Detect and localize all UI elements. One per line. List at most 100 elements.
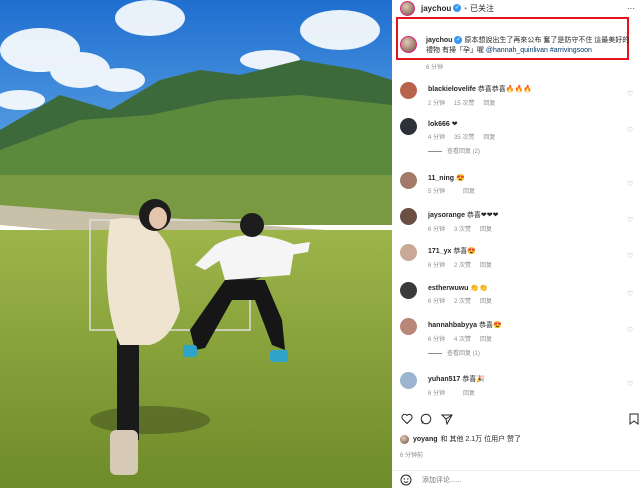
view-replies[interactable]: 查看回复 (2) <box>400 146 636 155</box>
likes-text[interactable]: 和 其他 2.1万 位用户 赞了 <box>441 434 522 444</box>
heart-icon[interactable] <box>401 413 413 425</box>
comment-likes[interactable]: 3 次赞 <box>454 227 471 233</box>
comment-heart-icon[interactable]: ♡ <box>627 90 634 98</box>
view-replies[interactable]: 查看回复 (1) <box>400 348 636 357</box>
replies-line <box>428 352 442 354</box>
comment-meta: 6 分钟 回复 <box>428 388 636 397</box>
comment-avatar[interactable] <box>400 208 417 225</box>
photo-scene <box>0 0 392 488</box>
comment-likes[interactable]: 4 次赞 <box>454 337 471 343</box>
view-replies-label[interactable]: 查看回复 (2) <box>447 149 480 155</box>
comment-avatar[interactable] <box>400 82 417 99</box>
comment-time: 5 分钟 <box>428 189 446 195</box>
comment-time: 6 分钟 <box>428 227 446 233</box>
bookmark-icon[interactable] <box>628 413 640 425</box>
comment-item: 11_ning 😍 5 分钟 回复 ♡ <box>400 172 636 195</box>
caption-avatar[interactable] <box>400 36 417 53</box>
comment-avatar[interactable] <box>400 372 417 389</box>
comment-time: 6 分钟 <box>428 299 446 305</box>
comment-likes[interactable]: 2 次赞 <box>454 299 471 305</box>
post-header: jaychou ✓ • 已关注 ··· <box>392 0 641 16</box>
comment-heart-icon[interactable]: ♡ <box>627 216 634 224</box>
comment-item: blackielovelife 恭喜恭喜🔥🔥🔥 2 分钟 15 次赞 回复 ♡ <box>400 82 636 107</box>
comment-time: 2 分钟 <box>428 101 446 107</box>
comment-likes[interactable]: 35 次赞 <box>454 135 474 141</box>
caption-mention[interactable]: @hannah_quinlivan <box>486 47 548 54</box>
comment-item: lok666 ❤ 4 分钟 35 次赞 回复 ♡ 查看回复 (2) <box>400 118 636 155</box>
caption-username[interactable]: jaychou <box>426 37 452 44</box>
follow-status[interactable]: 已关注 <box>470 3 494 14</box>
comment-heart-icon[interactable]: ♡ <box>627 252 634 260</box>
comment-likes[interactable]: 2 次赞 <box>454 263 471 269</box>
comment-time: 6 分钟 <box>428 337 446 343</box>
comment-avatar[interactable] <box>400 282 417 299</box>
comment-avatar[interactable] <box>400 244 417 261</box>
comment-reply[interactable]: 回复 <box>463 189 475 195</box>
comment-reply[interactable]: 回复 <box>483 101 495 107</box>
add-comment-bar <box>392 470 641 488</box>
replies-line <box>428 150 442 152</box>
comment-likes[interactable]: 15 次赞 <box>454 101 474 107</box>
caption-hashtag[interactable]: #arrivingsoon <box>550 47 592 54</box>
comment-text: 👏👏 <box>470 285 488 292</box>
comment-meta: 2 分钟 15 次赞 回复 <box>428 98 636 107</box>
post-timestamp: 6 分钟前 <box>400 453 424 459</box>
comment-text: 恭喜😍 <box>478 322 502 329</box>
comment-username[interactable]: jaysorange <box>428 212 465 219</box>
comment-username[interactable]: estherwuwu <box>428 285 468 292</box>
comment-heart-icon[interactable]: ♡ <box>627 126 634 134</box>
comment-avatar[interactable] <box>400 318 417 335</box>
comment-meta: 5 分钟 回复 <box>428 186 636 195</box>
comment-text: ❤ <box>451 121 458 128</box>
comments-panel: jaychou ✓ • 已关注 ··· jaychou ✓ 原本想說出生了再來公布… <box>392 0 641 488</box>
more-options-icon[interactable]: ··· <box>627 4 635 13</box>
comment-meta: 6 分钟 2 次赞 回复 <box>428 260 636 269</box>
comment-reply[interactable]: 回复 <box>480 227 492 233</box>
action-bar <box>392 410 641 428</box>
header-avatar[interactable] <box>400 0 415 16</box>
comment-item: estherwuwu 👏👏 6 分钟 2 次赞 回复 ♡ <box>400 282 636 305</box>
post-photo[interactable] <box>0 0 392 488</box>
comment-text: 😍 <box>456 175 465 182</box>
liker-username[interactable]: yoyang <box>413 436 438 443</box>
comment-username[interactable]: lok666 <box>428 121 450 128</box>
comment-time: 6 分钟 <box>428 263 446 269</box>
comment-reply[interactable]: 回复 <box>463 391 475 397</box>
verified-icon: ✓ <box>453 4 462 12</box>
emoji-icon[interactable] <box>400 474 412 486</box>
comment-reply[interactable]: 回复 <box>483 135 495 141</box>
comment-username[interactable]: 171_yx <box>428 248 451 255</box>
caption-verified-icon: ✓ <box>454 36 463 45</box>
comment-username[interactable]: hannahbabyya <box>428 322 477 329</box>
comment-heart-icon[interactable]: ♡ <box>627 180 634 188</box>
comment-item: jaysorange 恭喜❤❤❤ 6 分钟 3 次赞 回复 ♡ <box>400 208 636 233</box>
comment-icon[interactable] <box>420 413 432 425</box>
comment-item: 171_yx 恭喜😍 6 分钟 2 次赞 回复 ♡ <box>400 244 636 269</box>
comment-username[interactable]: 11_ning <box>428 175 454 182</box>
comment-reply[interactable]: 回复 <box>480 337 492 343</box>
caption-time: 6 分钟 <box>426 65 444 71</box>
comment-username[interactable]: yuhan517 <box>428 376 460 383</box>
comment-meta: 4 分钟 35 次赞 回复 <box>428 132 636 141</box>
comment-input[interactable] <box>420 473 624 488</box>
comment-heart-icon[interactable]: ♡ <box>627 326 634 334</box>
comment-text: 恭喜😍 <box>453 248 477 255</box>
comment-meta: 6 分钟 4 次赞 回复 <box>428 334 636 343</box>
view-replies-label[interactable]: 查看回复 (1) <box>447 351 480 357</box>
comment-text: 恭喜🎉 <box>462 376 485 383</box>
comment-item: yuhan517 恭喜🎉 6 分钟 回复 ♡ <box>400 372 636 397</box>
comment-time: 4 分钟 <box>428 135 446 141</box>
share-icon[interactable] <box>441 413 453 425</box>
liker-avatar[interactable] <box>400 434 409 444</box>
comment-username[interactable]: blackielovelife <box>428 86 476 93</box>
comment-avatar[interactable] <box>400 118 417 135</box>
comment-time: 6 分钟 <box>428 391 446 397</box>
comment-text: 恭喜恭喜🔥🔥🔥 <box>477 86 532 93</box>
comment-heart-icon[interactable]: ♡ <box>627 380 634 388</box>
likes-line: yoyang 和 其他 2.1万 位用户 赞了 <box>400 434 521 444</box>
comment-reply[interactable]: 回复 <box>480 263 492 269</box>
comment-heart-icon[interactable]: ♡ <box>627 290 634 298</box>
comment-reply[interactable]: 回复 <box>480 299 492 305</box>
header-username[interactable]: jaychou <box>421 4 451 13</box>
comment-avatar[interactable] <box>400 172 417 189</box>
